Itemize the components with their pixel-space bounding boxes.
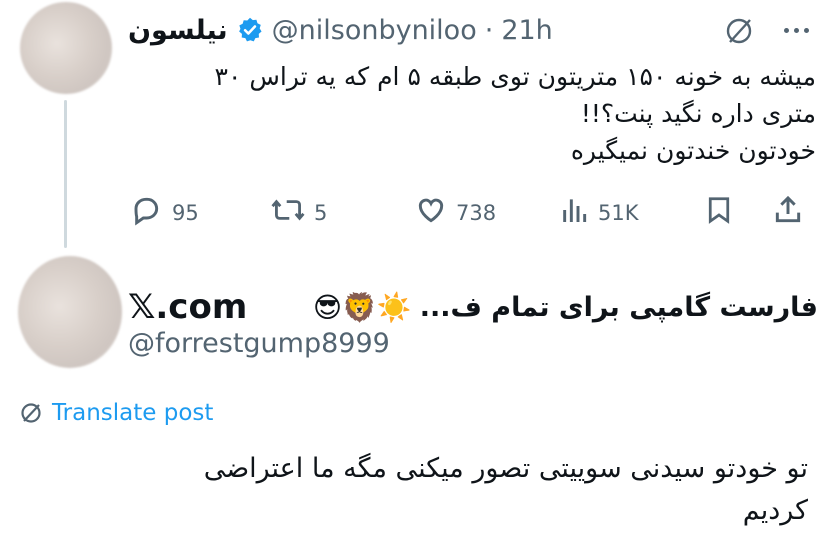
views-button[interactable]: 51K [558, 194, 639, 231]
reply-text: تو خودتو سیدنی سوییتی تصور میکنی مگه ما … [18, 448, 808, 532]
share-icon [772, 194, 804, 231]
x-watermark-logo: 𝕏.com [128, 287, 248, 327]
reply-icon [130, 194, 162, 231]
translate-post-link[interactable]: Translate post [18, 400, 213, 426]
bookmark-icon [704, 194, 734, 231]
avatar[interactable] [18, 256, 122, 368]
translate-post-label: Translate post [52, 400, 214, 426]
views-icon [558, 194, 590, 231]
separator: · [484, 14, 494, 46]
thread-line [64, 100, 67, 248]
like-count: 738 [456, 200, 497, 225]
handle[interactable]: @forrestgump8999 [128, 328, 390, 359]
repost-count: 5 [314, 200, 328, 225]
avatar[interactable] [20, 2, 112, 94]
tweet-text-line: متری داره نگید پنت؟!! [580, 99, 816, 128]
grok-translate-icon[interactable] [722, 14, 756, 52]
reply-text-line: تو خودتو سیدنی سوییتی تصور میکنی مگه ما … [203, 453, 808, 484]
display-name[interactable]: نیلسون [128, 15, 228, 46]
views-count: 51K [598, 200, 639, 225]
display-name-emojis: 😎🦁☀️ [312, 290, 412, 324]
reply-count: 95 [172, 200, 199, 225]
tweet-header: نیلسون @nilsonbyniloo · 21h [128, 10, 553, 50]
tweet-text-line: خودتون خندتون نمیگیره [570, 136, 816, 165]
timestamp[interactable]: 21h [501, 15, 552, 46]
reply-header: 𝕏.com 😎🦁☀️ فارست گامپی برای تمام ف... [128, 284, 818, 330]
tweet-text-line: میشه به خونه ۱۵۰ متریتون توی طبقه ۵ ام ک… [214, 62, 816, 91]
verified-badge-icon [236, 16, 264, 44]
handle[interactable]: @nilsonbyniloo [272, 15, 477, 46]
tweet-text: میشه به خونه ۱۵۰ متریتون توی طبقه ۵ ام ک… [120, 58, 816, 169]
more-options-icon[interactable] [784, 16, 809, 44]
bookmark-button[interactable] [704, 194, 734, 231]
repost-button[interactable]: 5 [270, 194, 327, 231]
share-button[interactable] [772, 194, 804, 231]
display-name[interactable]: فارست گامپی برای تمام ف... [420, 292, 818, 323]
reply-button[interactable]: 95 [130, 194, 199, 231]
like-button[interactable]: 738 [414, 194, 496, 231]
globe-slash-icon [18, 400, 44, 426]
heart-icon [414, 194, 448, 231]
reply-text-line: کردیم [742, 495, 808, 526]
repost-icon [270, 194, 306, 231]
